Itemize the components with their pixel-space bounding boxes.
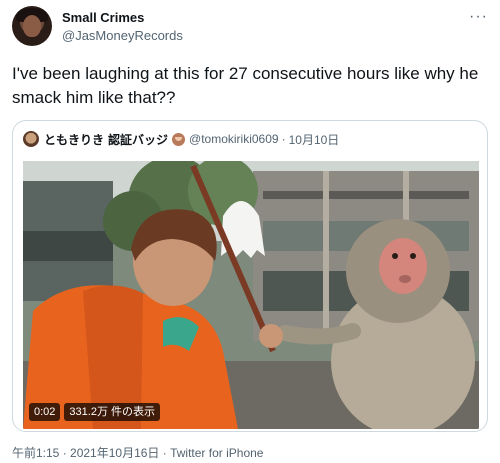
author-name[interactable]: Small Crimes: [62, 10, 144, 25]
quoted-tweet-header: ともきりき 認証バッジ @tomokiriki0609 · 10月10日: [23, 130, 339, 148]
quoted-avatar: [23, 131, 39, 147]
author-handle[interactable]: @JasMoneyRecords: [62, 28, 183, 43]
tweet: Small Crimes @JasMoneyRecords ··· I've b…: [0, 0, 500, 463]
avatar-face: [23, 15, 41, 37]
video-timestamp: 0:02: [29, 403, 61, 421]
tweet-timestamp[interactable]: 午前1:15 · 2021年10月16日 ·: [12, 446, 167, 460]
video-overlay: 0:02 331.2万 件の表示: [29, 403, 161, 421]
quoted-author-name: ともきりき: [44, 132, 105, 147]
tweet-source[interactable]: Twitter for iPhone: [170, 446, 263, 460]
tweet-meta: 午前1:15 · 2021年10月16日 · Twitter for iPhon…: [12, 444, 263, 461]
video-frame: [23, 161, 479, 429]
video-player[interactable]: 0:02 331.2万 件の表示: [23, 161, 479, 429]
quoted-separator: ·: [281, 132, 286, 146]
quoted-date: 10月10日: [288, 132, 340, 147]
quoted-tweet[interactable]: ともきりき 認証バッジ @tomokiriki0609 · 10月10日 0:0…: [12, 120, 488, 432]
more-dots-icon[interactable]: ···: [469, 8, 488, 26]
avatar[interactable]: [12, 6, 52, 46]
quoted-author-handle: @tomokiriki0609: [189, 132, 279, 146]
monkey-badge-icon: [172, 132, 186, 146]
video-views: 331.2万 件の表示: [64, 403, 161, 421]
tweet-text: I've been laughing at this for 27 consec…: [12, 64, 479, 107]
quoted-badge-label: 認証バッジ: [108, 132, 169, 147]
